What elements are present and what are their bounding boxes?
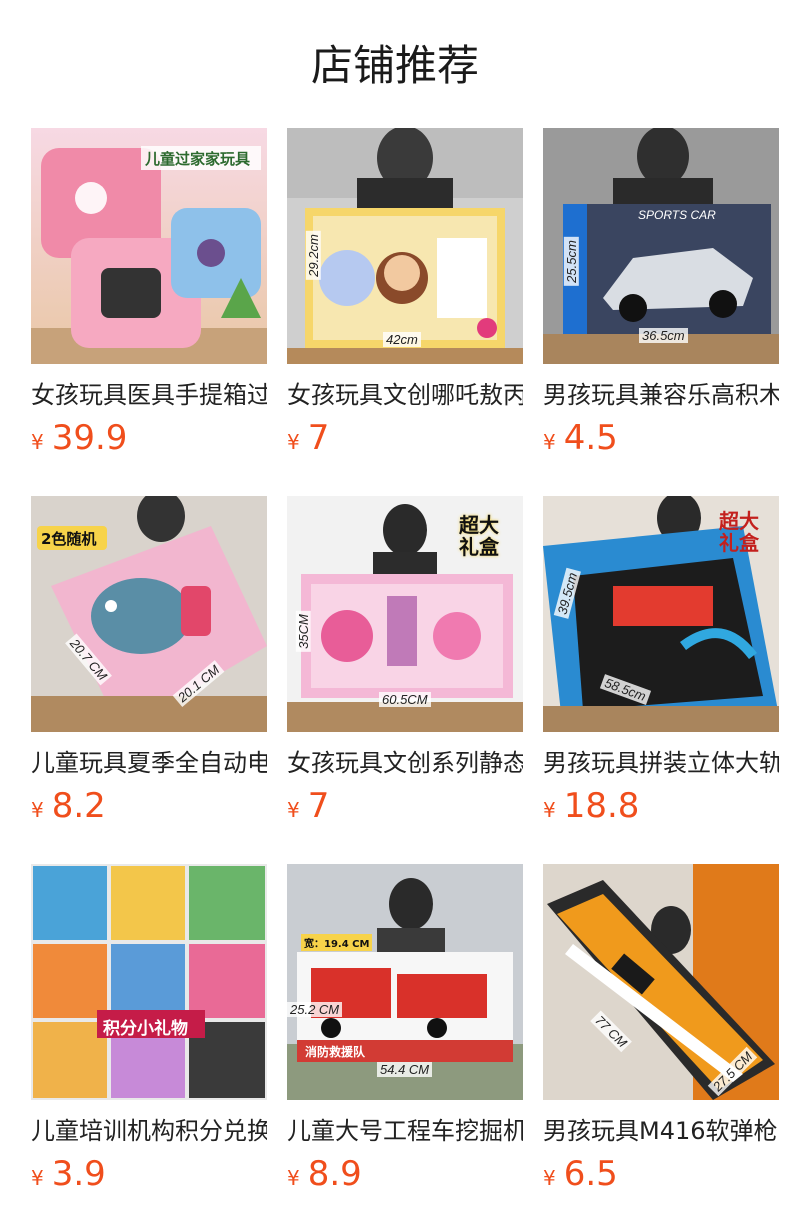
page-title: 店铺推荐 (310, 41, 479, 90)
dimension-label: 36.5cm (639, 328, 688, 343)
product-card[interactable]: 儿童过家家玩具 女孩玩具医具手提箱过家家玩具 ¥ 39.9 (31, 128, 267, 496)
product-name: 女孩玩具医具手提箱过家家玩具 (31, 381, 267, 409)
product-price: ¥ 6.5 (543, 1152, 618, 1196)
product-name: 儿童大号工程车挖掘机消防车 (287, 1117, 523, 1145)
promo-badge: 积分小礼物 (103, 1019, 188, 1039)
image-caption: 儿童过家家玩具 (145, 150, 251, 168)
gift-collage-icon (31, 864, 267, 1100)
product-card[interactable]: 超大礼盒 39.5cm 58.5cm 男孩玩具拼装立体大轨道车 ¥ 18.8 (543, 496, 779, 864)
product-price: ¥ 3.9 (31, 1152, 106, 1196)
price-amount: 3.9 (51, 1154, 106, 1194)
product-name: 女孩玩具文创系列静态贴纸礼盒 (287, 749, 523, 777)
size-badge: 宽：19.4 CM (301, 934, 373, 951)
product-name: 男孩玩具兼容乐高积木跑车 (543, 381, 779, 409)
price-amount: 8.2 (51, 786, 106, 826)
color-random-badge: 2色随机 (41, 530, 97, 548)
product-card[interactable]: SPORTS CAR 25.5cm 36.5cm 男孩玩具兼容乐高积木跑车 ¥ … (543, 128, 779, 496)
price-amount: 4.5 (563, 418, 618, 458)
diy-craft-box-icon (287, 128, 523, 364)
product-card[interactable]: 积分小礼物 儿童培训机构积分兑换小礼物 ¥ 3.9 (31, 864, 267, 1232)
currency-symbol: ¥ (543, 1166, 556, 1190)
dimension-label: 35CM (295, 611, 311, 652)
currency-symbol: ¥ (543, 430, 556, 454)
product-grid: 儿童过家家玩具 女孩玩具医具手提箱过家家玩具 ¥ 39.9 (31, 128, 779, 1232)
product-name: 男孩玩具M416软弹枪 (543, 1117, 778, 1145)
product-image[interactable]: 2色随机 20.7 CM 20.1 CM (31, 496, 267, 732)
price-amount: 8.9 (307, 1154, 362, 1194)
currency-symbol: ¥ (31, 430, 44, 454)
product-price: ¥ 8.2 (31, 784, 106, 828)
dimension-label: 60.5CM (379, 692, 431, 707)
product-image[interactable]: 77 CM 27.5 CM (543, 864, 779, 1100)
price-amount: 39.9 (51, 418, 128, 458)
price-amount: 7 (307, 786, 330, 826)
product-name: 儿童玩具夏季全自动电动泡泡机 (31, 749, 267, 777)
product-image[interactable]: 积分小礼物 (31, 864, 267, 1100)
dimension-label: 29.2cm (305, 231, 321, 280)
product-price: ¥ 4.5 (543, 416, 618, 460)
product-image[interactable]: 29.2cm 42cm (287, 128, 523, 364)
currency-symbol: ¥ (287, 1166, 300, 1190)
dimension-label: 25.5cm (563, 237, 579, 286)
gift-badge: 超大礼盒 (719, 509, 759, 555)
brand-label: SPORTS CAR (638, 208, 716, 222)
product-price: ¥ 7 (287, 416, 329, 460)
brand-label: 消防救援队 (305, 1045, 366, 1059)
product-image[interactable]: 宽：19.4 CM 25.2 CM 54.4 CM 消防救援队 (287, 864, 523, 1100)
product-card[interactable]: 超大礼盒 35CM 60.5CM 女孩玩具文创系列静态贴纸礼盒 ¥ 7 (287, 496, 523, 864)
product-card[interactable]: 2色随机 20.7 CM 20.1 CM 儿童玩具夏季全自动电动泡泡机 ¥ 8.… (31, 496, 267, 864)
price-amount: 18.8 (563, 786, 640, 826)
price-amount: 7 (307, 418, 330, 458)
product-name: 儿童培训机构积分兑换小礼物 (31, 1117, 267, 1145)
dimension-label: 54.4 CM (377, 1062, 433, 1077)
price-amount: 6.5 (563, 1154, 618, 1194)
product-image[interactable]: 儿童过家家玩具 (31, 128, 267, 364)
gift-badge: 超大礼盒 (459, 513, 499, 559)
product-card[interactable]: 77 CM 27.5 CM 男孩玩具M416软弹枪 ¥ 6.5 (543, 864, 779, 1232)
product-card[interactable]: 29.2cm 42cm 女孩玩具文创哪吒敖丙手工DIY ¥ 7 (287, 128, 523, 496)
currency-symbol: ¥ (287, 798, 300, 822)
product-price: ¥ 18.8 (543, 784, 639, 828)
dimension-label: 25.2 CM (287, 1002, 343, 1017)
dimension-label: 42cm (383, 332, 421, 347)
product-price: ¥ 7 (287, 784, 329, 828)
product-name: 女孩玩具文创哪吒敖丙手工DIY (287, 381, 523, 409)
currency-symbol: ¥ (287, 430, 300, 454)
product-image[interactable]: 超大礼盒 35CM 60.5CM (287, 496, 523, 732)
currency-symbol: ¥ (543, 798, 556, 822)
product-price: ¥ 8.9 (287, 1152, 362, 1196)
product-card[interactable]: 宽：19.4 CM 25.2 CM 54.4 CM 消防救援队 儿童大号工程车挖… (287, 864, 523, 1232)
currency-symbol: ¥ (31, 798, 44, 822)
product-image[interactable]: SPORTS CAR 25.5cm 36.5cm (543, 128, 779, 364)
product-price: ¥ 39.9 (31, 416, 127, 460)
product-image[interactable]: 超大礼盒 39.5cm 58.5cm (543, 496, 779, 732)
product-name: 男孩玩具拼装立体大轨道车 (543, 749, 779, 777)
currency-symbol: ¥ (31, 1166, 44, 1190)
